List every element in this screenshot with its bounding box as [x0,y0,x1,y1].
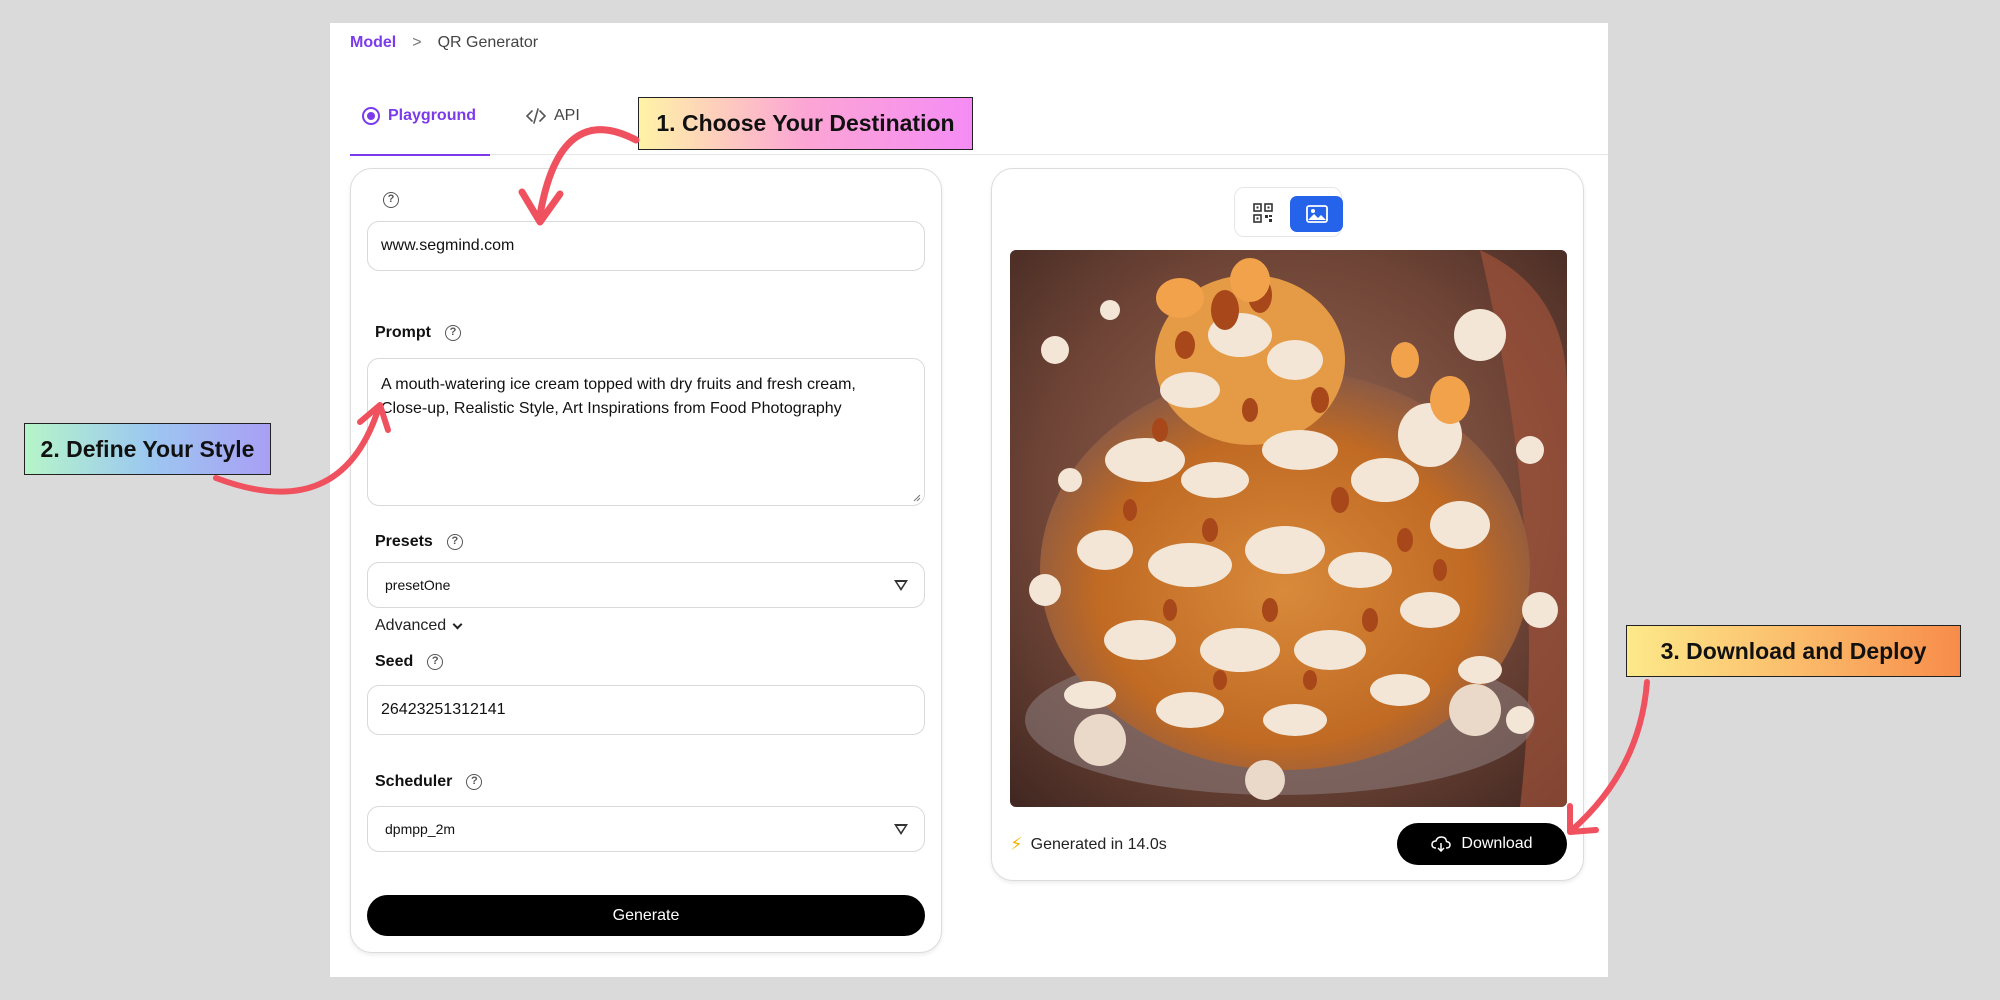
prompt-textarea[interactable]: A mouth-watering ice cream topped with d… [367,358,925,506]
callout-define-style: 2. Define Your Style [24,423,271,475]
download-button-label: Download [1461,835,1533,852]
advanced-toggle[interactable]: Advanced [375,617,463,635]
chevron-down-icon [894,823,908,835]
presets-select[interactable]: presetOne [367,562,925,608]
breadcrumb-current: QR Generator [437,34,539,51]
callout-download-deploy: 3. Download and Deploy [1626,625,1961,677]
playground-icon [362,106,380,125]
qr-view-button[interactable] [1243,196,1283,230]
advanced-label: Advanced [375,617,447,634]
tab-api-label: API [554,107,580,124]
scheduler-select[interactable]: dpmpp_2m [367,806,925,852]
scheduler-help-icon[interactable]: ? [466,774,483,790]
generation-status-text: Generated in 14.0s [1030,835,1167,853]
cloud-download-icon [1431,836,1452,852]
prompt-help-icon[interactable]: ? [445,325,461,341]
presets-label-text: Presets [375,533,433,550]
seed-help-icon[interactable]: ? [427,654,444,670]
seed-label: Seed ? [375,653,444,671]
presets-help-icon[interactable]: ? [446,534,463,550]
chevron-down-icon [894,579,908,591]
breadcrumb-separator: > [412,34,422,51]
breadcrumb: Model > QR Generator [350,34,538,52]
input-panel: ? www.segmind.com Prompt ? A mouth-water… [350,168,942,953]
output-panel: ⚡ Generated in 14.0s Download [991,168,1584,881]
prompt-textarea-value: A mouth-watering ice cream topped with d… [381,376,856,417]
breadcrumb-model-link[interactable]: Model [350,34,396,52]
generated-image [1010,250,1567,807]
tab-bar: Playground API [350,77,1608,156]
app-window: Model > QR Generator Playground API ? ww… [330,23,1608,977]
qr-code-icon [1253,203,1273,223]
ice-cream-image [1010,250,1567,807]
tab-playground[interactable]: Playground [350,77,490,156]
chevron-down-icon [452,619,463,629]
seed-label-text: Seed [375,653,414,670]
seed-input-value: 26423251312141 [381,701,506,718]
download-button[interactable]: Download [1397,823,1567,865]
presets-label: Presets ? [375,533,463,551]
scheduler-select-value: dpmpp_2m [385,821,456,837]
seed-input[interactable]: 26423251312141 [367,685,925,735]
scheduler-label: Scheduler ? [375,773,483,791]
scheduler-label-text: Scheduler [375,773,453,790]
prompt-label-text: Prompt [375,324,431,341]
code-icon [526,108,546,124]
tab-api[interactable]: API [526,77,580,155]
view-toggle [1234,187,1343,237]
generate-button[interactable]: Generate [367,895,925,936]
generation-status: ⚡ Generated in 14.0s [1010,834,1167,855]
image-view-button[interactable] [1290,196,1343,232]
tab-playground-label: Playground [388,106,477,124]
url-input[interactable]: www.segmind.com [367,221,925,271]
url-input-value: www.segmind.com [381,237,515,254]
callout-choose-destination: 1. Choose Your Destination [638,97,973,150]
resize-handle-icon[interactable] [911,492,921,502]
image-icon [1305,205,1328,223]
url-help-icon[interactable]: ? [383,192,399,208]
presets-select-value: presetOne [385,577,451,593]
prompt-label: Prompt ? [375,324,461,342]
lightning-icon: ⚡ [1010,834,1023,854]
